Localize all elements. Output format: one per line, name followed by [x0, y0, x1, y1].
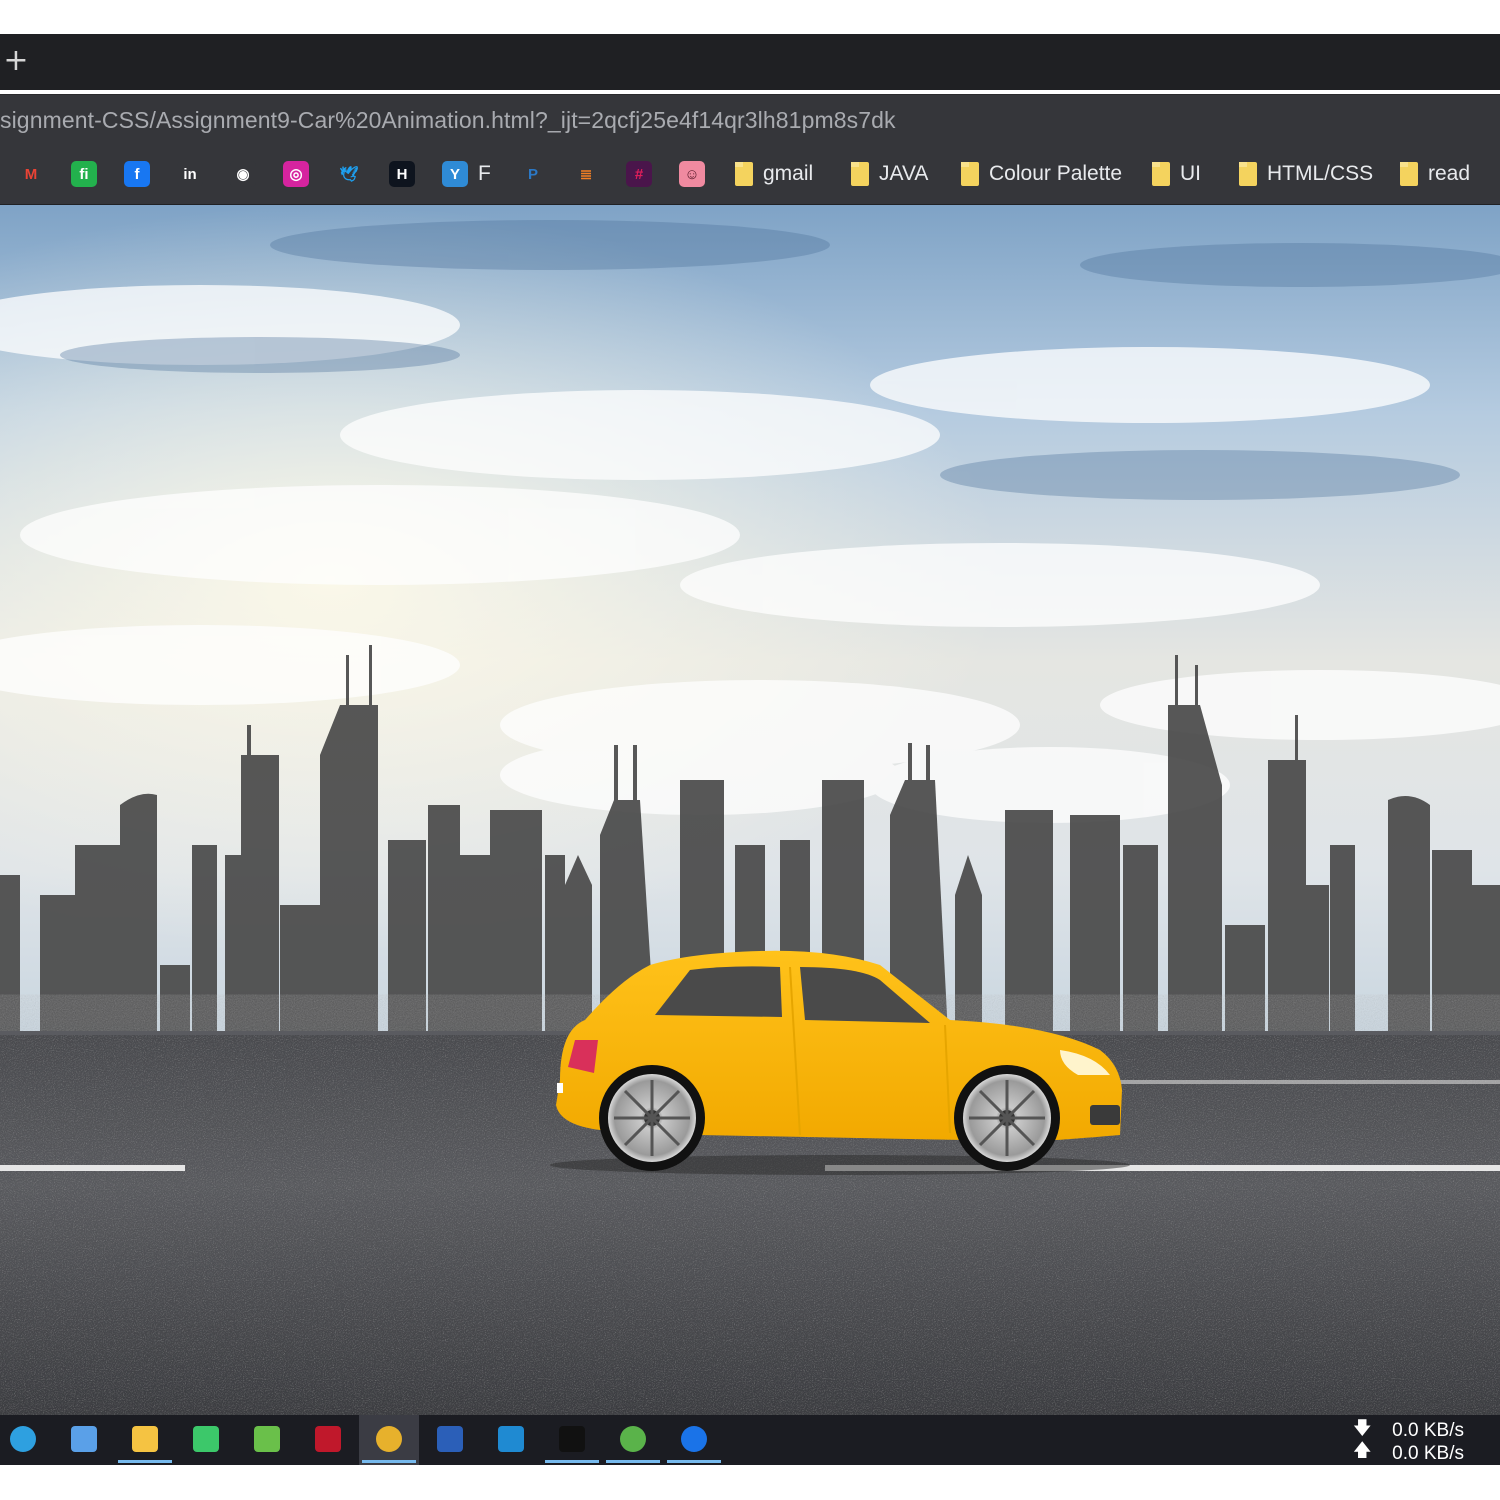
red-app-icon[interactable] [311, 1422, 345, 1456]
running-indicator [606, 1460, 660, 1463]
twitter-icon: 🕊 [339, 166, 359, 183]
instagram-icon: ◎ [283, 161, 309, 187]
bookmarks-bar: Mfi f in ◉ ◎ 🕊 H Y F P ≣ # ☺ gmail JAVA Colour Palette U… [0, 144, 1500, 205]
network-arrows-icon: 🡇 🡅 [1353, 1418, 1372, 1461]
address-bar[interactable]: signment-CSS/Assignment9-Car%20Animation… [0, 94, 1500, 145]
app-icon: ☺ [679, 161, 705, 187]
chrome-icon-glyph [376, 1426, 402, 1452]
bookmark-folder-label: gmail [763, 162, 814, 185]
intellij-icon-glyph [559, 1426, 585, 1452]
bookmark-app[interactable]: ☺ [679, 158, 705, 190]
bookmark-folder[interactable]: JAVA [851, 158, 928, 190]
windows-taskbar: 🡇 🡅 0.0 KB/s 0.0 KB/s [0, 1415, 1500, 1465]
folder-icon [851, 162, 869, 186]
fi-icon: fi [71, 161, 97, 187]
github-icon: ◉ [230, 161, 256, 187]
intellij-icon[interactable] [545, 1422, 599, 1463]
linkedin-icon: in [177, 161, 203, 187]
green-app-icon-glyph [193, 1426, 219, 1452]
red-app-icon-glyph [315, 1426, 341, 1452]
folder-icon [735, 162, 753, 186]
bookmark-folder[interactable]: HTML/CSS [1239, 158, 1373, 190]
folder-icon [1239, 162, 1257, 186]
folder-icon [1400, 162, 1418, 186]
bookmark-folder[interactable]: gmail [735, 158, 813, 190]
vscode-icon-glyph [498, 1426, 524, 1452]
folder-icon [1152, 162, 1170, 186]
bookmark-paypal[interactable]: P [520, 158, 546, 190]
remote-desktop-icon-glyph [71, 1426, 97, 1452]
car-animation-scene [0, 205, 1500, 1415]
address-url[interactable]: signment-CSS/Assignment9-Car%20Animation… [0, 107, 896, 134]
running-indicator [667, 1460, 721, 1463]
network-download-speed: 0.0 KB/s [1392, 1420, 1464, 1441]
bookmark-folder-label: JAVA [879, 162, 929, 185]
stackoverflow-icon: ≣ [579, 166, 593, 183]
chrome-icon[interactable] [362, 1422, 416, 1463]
bookmark-twitter[interactable]: 🕊 [336, 158, 362, 190]
page-viewport [0, 205, 1500, 1415]
running-indicator [545, 1460, 599, 1463]
bookmark-folder-label: read [1428, 162, 1471, 185]
tab-bar [0, 34, 1500, 90]
teamviewer-icon-glyph [681, 1426, 707, 1452]
running-indicator [362, 1460, 416, 1463]
bookmark-slack[interactable]: # [626, 158, 652, 190]
bookmark-fi[interactable]: fi [71, 158, 97, 190]
new-tab-button[interactable]: + [2, 44, 30, 78]
bookmark-folder-label: UI [1180, 162, 1201, 185]
bookmark-stackoverflow[interactable]: ≣ [573, 158, 599, 190]
bookmark-folder[interactable]: Colour Palette [961, 158, 1122, 190]
file-explorer-icon[interactable] [118, 1422, 172, 1463]
green-app-icon[interactable] [189, 1422, 223, 1456]
bookmark-github[interactable]: ◉ [230, 158, 256, 190]
lane-marking-left [0, 1165, 185, 1171]
bookmark-gmail[interactable]: M [18, 158, 44, 190]
bookmark-folder[interactable]: UI [1152, 158, 1201, 190]
notepad-chart-icon-glyph [254, 1426, 280, 1452]
bookmark-folder[interactable]: read [1400, 158, 1470, 190]
remote-desktop-icon[interactable] [67, 1422, 101, 1456]
paypal-icon: P [527, 165, 538, 183]
bookmark-facebook[interactable]: f [124, 158, 150, 190]
window-top-margin [0, 0, 1500, 34]
green-round-app-icon[interactable] [606, 1422, 660, 1463]
green-round-app-icon-glyph [620, 1426, 646, 1452]
bookmark-folder-label: Colour Palette [989, 162, 1123, 185]
vscode-icon[interactable] [494, 1422, 528, 1456]
network-upload-speed: 0.0 KB/s [1392, 1443, 1464, 1464]
edge-icon-glyph [10, 1426, 36, 1452]
front-wheel [954, 1065, 1060, 1171]
file-explorer-icon-glyph [132, 1426, 158, 1452]
running-indicator [118, 1460, 172, 1463]
network-speed[interactable]: 0.0 KB/s 0.0 KB/s [1392, 1419, 1464, 1465]
word-app-icon-glyph [437, 1426, 463, 1452]
teamviewer-icon[interactable] [667, 1422, 721, 1463]
hackerrank-icon: H [389, 161, 415, 187]
bookmark-hackerrank[interactable]: H [389, 158, 415, 190]
bookmark-instagram[interactable]: ◎ [283, 158, 309, 190]
folder-icon [961, 162, 979, 186]
bookmark-linkedin[interactable]: in [177, 158, 203, 190]
bookmark-label: F [478, 162, 491, 185]
word-app-icon[interactable] [433, 1422, 467, 1456]
yammer-icon: Y [442, 161, 468, 187]
bookmark-yammer[interactable]: YF [442, 158, 491, 190]
gmail-icon: M [24, 165, 38, 183]
edge-icon[interactable] [6, 1422, 40, 1456]
bookmark-folder-label: HTML/CSS [1267, 162, 1374, 185]
slack-icon: # [626, 161, 652, 187]
lane-marking-far [1100, 1080, 1500, 1084]
notepad-chart-icon[interactable] [250, 1422, 284, 1456]
window-bottom-margin [0, 1465, 1500, 1500]
facebook-icon: f [124, 161, 150, 187]
rear-wheel [599, 1065, 705, 1171]
